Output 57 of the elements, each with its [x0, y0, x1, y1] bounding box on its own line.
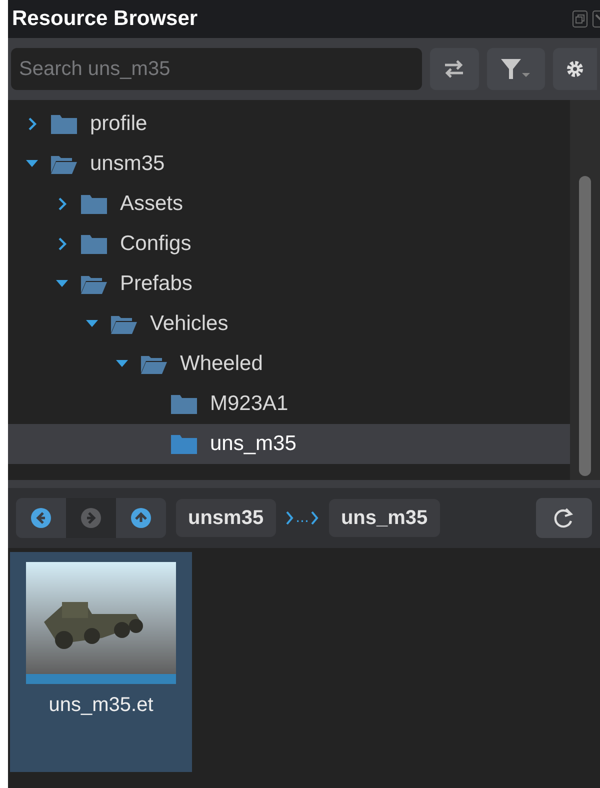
open-folder-icon [110, 313, 138, 335]
scroll-thumb[interactable] [579, 176, 591, 476]
tree-label: unsm35 [90, 151, 165, 178]
chevron-icon [286, 511, 294, 525]
open-folder-icon [50, 153, 78, 175]
tree-item[interactable]: Configs [8, 224, 570, 264]
refresh-button[interactable] [536, 498, 592, 538]
tree-label: Prefabs [120, 271, 192, 298]
tree-item[interactable]: profile [8, 104, 570, 144]
folder-icon [80, 193, 108, 215]
tree-label: Vehicles [150, 311, 228, 338]
tree-label: Wheeled [180, 351, 263, 378]
tree-item[interactable]: Assets [8, 184, 570, 224]
file-name: uns_m35.et [48, 693, 154, 718]
chevron-icon [310, 511, 319, 525]
settings-icon [565, 59, 586, 79]
caret-icon[interactable] [86, 320, 98, 328]
back-button[interactable] [16, 498, 66, 538]
tree-item[interactable]: M923A1 [8, 384, 570, 424]
settings-button[interactable] [553, 48, 597, 90]
tree-item[interactable]: unsm35 [8, 144, 570, 184]
window-title: Resource Browser [12, 6, 198, 32]
breadcrumb-item[interactable]: unsm35 [176, 499, 276, 537]
chevron-icon[interactable] [58, 237, 66, 251]
tree-label: uns_m35 [210, 431, 296, 458]
refresh-icon [553, 507, 575, 529]
search-field[interactable]: Search uns_m35 [11, 48, 422, 90]
tree-label: Assets [120, 191, 184, 218]
tree-item[interactable]: uns_m35 [8, 424, 570, 464]
tree-item[interactable]: Wheeled [8, 344, 570, 384]
breadcrumb-ellipsis[interactable]: ... [296, 506, 309, 530]
caret-icon[interactable] [116, 360, 128, 368]
file-tile[interactable]: uns_m35.et [10, 552, 192, 772]
caret-icon[interactable] [56, 280, 68, 288]
folder-icon [170, 433, 198, 455]
tree-label: profile [90, 111, 148, 138]
folder-icon [170, 393, 198, 415]
folder-icon [80, 233, 108, 255]
folder-icon [50, 113, 78, 135]
splitter-handle[interactable] [8, 480, 600, 488]
swap-arrows-icon [443, 60, 466, 78]
tree-item[interactable]: Prefabs [8, 264, 570, 304]
open-folder-icon [140, 353, 168, 375]
close-icon[interactable] [592, 10, 600, 28]
tree-label: M923A1 [210, 391, 288, 418]
chevron-icon[interactable] [58, 197, 66, 211]
caret-icon[interactable] [26, 160, 38, 168]
swap-button[interactable] [430, 48, 480, 90]
scrollbar[interactable] [570, 100, 600, 480]
up-button[interactable] [116, 498, 166, 538]
filter-button[interactable] [487, 48, 546, 90]
restore-icon[interactable] [572, 10, 588, 28]
chevron-icon[interactable] [28, 117, 36, 131]
tree-label: Configs [120, 231, 192, 258]
tree-item[interactable]: Vehicles [8, 304, 570, 344]
open-folder-icon [80, 273, 108, 295]
breadcrumb-item[interactable]: uns_m35 [328, 499, 440, 537]
